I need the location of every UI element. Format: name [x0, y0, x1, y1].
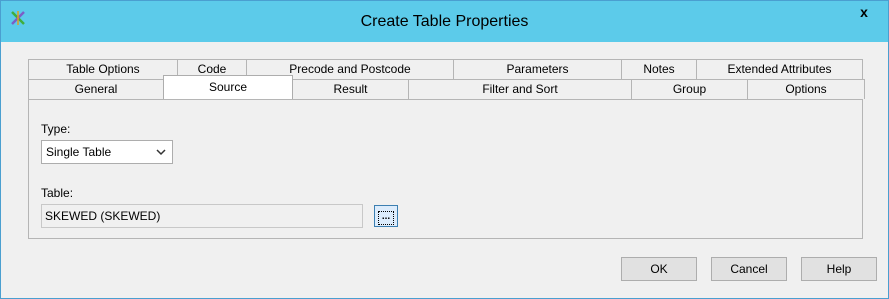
table-label: Table: [41, 186, 74, 200]
tab-result[interactable]: Result [292, 79, 409, 99]
tab-parameters[interactable]: Parameters [453, 59, 622, 79]
tab-row-front: General Source Result Filter and Sort Gr… [28, 75, 865, 99]
title-bar[interactable]: Create Table Properties x [1, 1, 888, 42]
chevron-down-icon [156, 149, 166, 156]
table-field[interactable]: SKEWED (SKEWED) [41, 204, 363, 228]
tab-row-back: Table Options Code Precode and Postcode … [28, 59, 863, 79]
browse-button[interactable]: ... [374, 205, 398, 227]
cancel-button[interactable]: Cancel [711, 257, 787, 281]
tab-filter-and-sort[interactable]: Filter and Sort [408, 79, 632, 99]
source-panel: Type: Single Table Table: SKEWED (SKEWED… [28, 99, 863, 239]
tab-notes[interactable]: Notes [621, 59, 697, 79]
ok-button[interactable]: OK [621, 257, 697, 281]
type-select[interactable]: Single Table [41, 140, 173, 164]
window-title: Create Table Properties [360, 13, 529, 30]
type-select-value: Single Table [46, 145, 112, 159]
tab-table-options[interactable]: Table Options [28, 59, 178, 79]
ellipsis-icon: ... [378, 211, 394, 225]
tab-general[interactable]: General [28, 79, 164, 99]
help-button[interactable]: Help [801, 257, 877, 281]
close-button[interactable]: x [849, 1, 879, 23]
type-label: Type: [41, 122, 71, 136]
tab-options[interactable]: Options [747, 79, 865, 99]
tab-extended-attributes[interactable]: Extended Attributes [696, 59, 863, 79]
tab-group[interactable]: Group [631, 79, 748, 99]
dialog-window: Create Table Properties x Table Options … [0, 0, 889, 299]
tab-source[interactable]: Source [163, 75, 293, 99]
